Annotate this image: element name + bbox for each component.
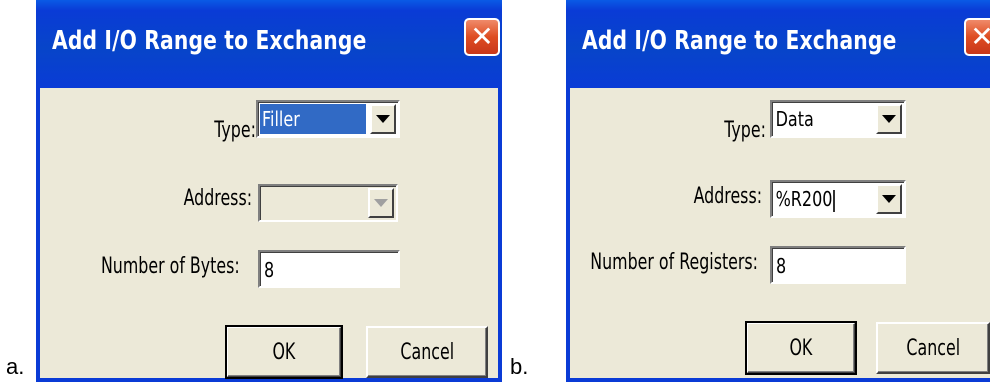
number-of-registers-value: 8 [776, 254, 787, 278]
ok-label: OK [789, 335, 813, 361]
dialog-b: Add I/O Range to Exchange ✕ Type: Data A… [566, 0, 990, 382]
close-button[interactable]: ✕ [464, 18, 500, 56]
address-label: Address: [693, 184, 762, 209]
title-bar[interactable]: Add I/O Range to Exchange ✕ [36, 0, 502, 88]
close-icon: ✕ [970, 20, 990, 53]
address-value [262, 188, 344, 218]
type-dropdown[interactable]: Filler [256, 100, 400, 138]
chevron-down-icon [882, 115, 896, 123]
number-of-bytes-value: 8 [264, 258, 275, 282]
ok-button[interactable]: OK [225, 325, 343, 379]
text-cursor [833, 189, 835, 212]
address-dropdown [258, 184, 398, 222]
type-value: Filler [260, 104, 366, 134]
address-dropdown-button[interactable] [876, 184, 902, 214]
figure-label-b: b. [510, 354, 529, 379]
ok-label: OK [272, 339, 296, 365]
address-label: Address: [183, 186, 252, 211]
number-of-bytes-label: Number of Bytes: [101, 254, 240, 279]
address-value: %R200 [774, 184, 852, 214]
type-label: Type: [724, 118, 766, 143]
dialog-title: Add I/O Range to Exchange [582, 26, 897, 56]
title-bar[interactable]: Add I/O Range to Exchange ✕ [566, 0, 990, 88]
type-dropdown-button[interactable] [370, 104, 396, 134]
cancel-label: Cancel [906, 335, 960, 361]
type-value: Data [775, 107, 814, 131]
address-dropdown[interactable]: %R200 [770, 180, 906, 218]
figure-label-a: a. [6, 354, 25, 379]
ok-button[interactable]: OK [745, 321, 857, 375]
chevron-down-icon [376, 115, 390, 123]
chevron-down-icon [882, 195, 896, 203]
address-dropdown-button [368, 188, 394, 218]
close-icon: ✕ [470, 20, 494, 53]
type-dropdown-button[interactable] [876, 104, 902, 134]
dialog-a: Add I/O Range to Exchange ✕ Type: Filler… [36, 0, 502, 382]
number-of-registers-label: Number of Registers: [590, 250, 758, 275]
type-label: Type: [214, 118, 256, 143]
cancel-button[interactable]: Cancel [876, 322, 990, 374]
number-of-bytes-input[interactable]: 8 [258, 250, 400, 288]
close-button[interactable]: ✕ [964, 18, 990, 56]
dialog-title: Add I/O Range to Exchange [52, 26, 367, 56]
cancel-label: Cancel [400, 339, 454, 365]
type-dropdown[interactable]: Data [770, 100, 906, 138]
chevron-down-icon [374, 199, 388, 207]
number-of-registers-input[interactable]: 8 [770, 246, 906, 284]
cancel-button[interactable]: Cancel [366, 326, 488, 378]
